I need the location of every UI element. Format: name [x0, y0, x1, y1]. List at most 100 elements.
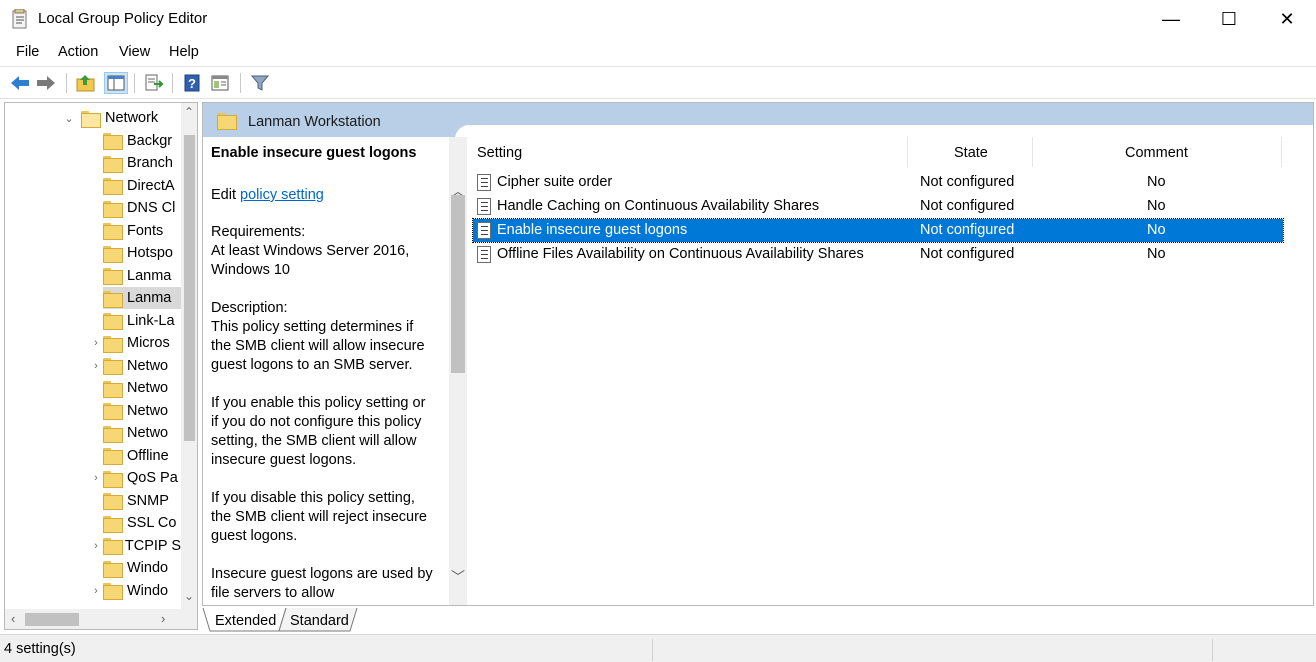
tree-item[interactable]: Backgr: [103, 130, 181, 152]
show-hide-tree-button[interactable]: [104, 72, 128, 94]
minimize-button[interactable]: —: [1142, 0, 1200, 38]
tree-item[interactable]: DNS Cl: [103, 197, 181, 219]
description-scroll-thumb[interactable]: [451, 195, 465, 373]
tree-item-label: Link-La: [127, 312, 175, 329]
setting-comment: No: [1147, 246, 1166, 262]
scroll-down-icon[interactable]: ⌄: [183, 589, 195, 603]
folder-icon: [103, 178, 123, 195]
setting-name: Handle Caching on Continuous Availabilit…: [497, 198, 820, 214]
setting-row[interactable]: Enable insecure guest logons Not configur…: [472, 218, 1284, 243]
column-divider[interactable]: [1281, 137, 1282, 167]
column-header-state[interactable]: State: [954, 145, 988, 161]
description-pane: Enable insecure guest logons Edit policy…: [203, 137, 449, 605]
export-list-icon: [145, 74, 163, 91]
tab-extended[interactable]: Extended: [215, 610, 276, 632]
tree-item[interactable]: Fonts: [103, 220, 181, 242]
svg-text:?: ?: [188, 76, 196, 91]
tree-item[interactable]: Windo: [103, 557, 181, 579]
menu-action[interactable]: Action: [58, 44, 98, 60]
tree-scroll-thumb[interactable]: [184, 135, 195, 441]
up-folder-icon: [76, 75, 95, 92]
tree-item[interactable]: › QoS Pa: [94, 467, 181, 489]
window-title: Local Group Policy Editor: [38, 10, 208, 27]
tree-hscroll-thumb[interactable]: [25, 613, 79, 626]
policy-setting-icon: [477, 246, 491, 263]
policy-editor-icon: [12, 9, 27, 29]
tree-item-label: Netwo: [127, 402, 169, 419]
description-scrollbar[interactable]: ︿ ﹀: [449, 137, 467, 605]
setting-state: Not configured: [920, 174, 1015, 190]
folder-icon: [103, 245, 123, 263]
export-list-button[interactable]: [142, 72, 166, 94]
up-one-level-button[interactable]: [74, 72, 98, 94]
tree-item[interactable]: › Micros: [94, 332, 181, 354]
forward-arrow-icon: [37, 76, 55, 90]
close-icon: ✕: [1279, 8, 1295, 29]
tree-item-label: Lanma: [127, 290, 172, 306]
tree-item[interactable]: DirectA: [103, 175, 181, 197]
tree-item[interactable]: ⌄ Network: [64, 107, 181, 129]
tree-horizontal-scrollbar[interactable]: ‹ ›: [5, 609, 197, 629]
tree-item-label: Offline: [127, 447, 169, 464]
help-button[interactable]: ?: [180, 72, 204, 94]
menu-file[interactable]: File: [16, 44, 39, 60]
column-header-setting[interactable]: Setting: [477, 145, 522, 161]
folder-icon: [103, 493, 123, 510]
setting-row[interactable]: Cipher suite order Not configured No: [473, 171, 1283, 194]
tree-item-label: QoS Pa: [127, 470, 178, 486]
maximize-button[interactable]: ☐: [1200, 0, 1258, 38]
tree-item[interactable]: Branch: [103, 152, 181, 174]
tree-item[interactable]: › Windo: [94, 580, 181, 602]
view-tabs: Extended Standard: [202, 608, 602, 632]
forward-button[interactable]: [34, 72, 58, 94]
toolbar-separator: [66, 73, 67, 93]
tab-standard[interactable]: Standard: [290, 610, 349, 632]
expand-chevron-icon[interactable]: ›: [90, 540, 102, 552]
expand-chevron-icon[interactable]: ›: [90, 360, 102, 372]
tree-item[interactable]: SSL Co: [103, 512, 181, 534]
tree-item[interactable]: Link-La: [103, 310, 181, 332]
scroll-right-icon[interactable]: ›: [161, 611, 165, 626]
filter-button[interactable]: [248, 72, 272, 94]
policy-setting-icon: [477, 198, 491, 215]
folder-icon: [103, 470, 123, 488]
expand-chevron-icon[interactable]: ›: [90, 337, 102, 349]
tree-item-label: TCPIP S: [124, 537, 181, 554]
tree-item[interactable]: Netwo: [103, 400, 181, 422]
extended-view-button[interactable]: [208, 72, 232, 94]
scroll-left-icon[interactable]: ‹: [11, 611, 15, 626]
setting-row[interactable]: Offline Files Availability on Continuous…: [473, 243, 1283, 266]
setting-state: Not configured: [920, 222, 1015, 238]
folder-icon: [103, 380, 123, 398]
column-divider[interactable]: [1032, 137, 1033, 167]
tree-item[interactable]: › Netwo: [94, 355, 181, 377]
tree-item[interactable]: Hotspo: [103, 242, 181, 264]
menu-view[interactable]: View: [119, 44, 150, 60]
tree-vertical-scrollbar[interactable]: ⌃ ⌄: [181, 103, 197, 609]
folder-icon: [103, 403, 123, 420]
maximize-icon: ☐: [1220, 8, 1238, 29]
setting-comment: No: [1147, 222, 1166, 238]
tree-item[interactable]: Lanma: [103, 265, 181, 287]
tree-item[interactable]: Offline: [103, 445, 181, 467]
expand-chevron-icon[interactable]: ›: [90, 585, 102, 597]
setting-name: Enable insecure guest logons: [497, 222, 688, 238]
policy-setting-link[interactable]: policy setting: [240, 187, 324, 203]
chevron-down-icon[interactable]: ﹀: [449, 567, 467, 587]
column-divider[interactable]: [907, 137, 908, 167]
column-header-comment[interactable]: Comment: [1125, 145, 1188, 161]
tree-item[interactable]: Netwo: [103, 422, 181, 444]
close-button[interactable]: ✕: [1258, 0, 1316, 38]
collapse-chevron-icon[interactable]: ⌄: [63, 112, 75, 125]
setting-comment: No: [1147, 174, 1166, 190]
back-button[interactable]: [8, 72, 32, 94]
tree-item[interactable]: Lanma: [103, 287, 181, 309]
tree-item[interactable]: SNMP: [103, 490, 181, 512]
tree-item[interactable]: › TCPIP S: [94, 535, 181, 557]
setting-row[interactable]: Handle Caching on Continuous Availabilit…: [473, 195, 1283, 218]
menu-help[interactable]: Help: [169, 44, 199, 60]
tree-item[interactable]: Netwo: [103, 377, 181, 399]
scroll-up-icon[interactable]: ⌃: [183, 105, 195, 119]
status-divider: [652, 639, 653, 661]
expand-chevron-icon[interactable]: ›: [90, 472, 102, 484]
